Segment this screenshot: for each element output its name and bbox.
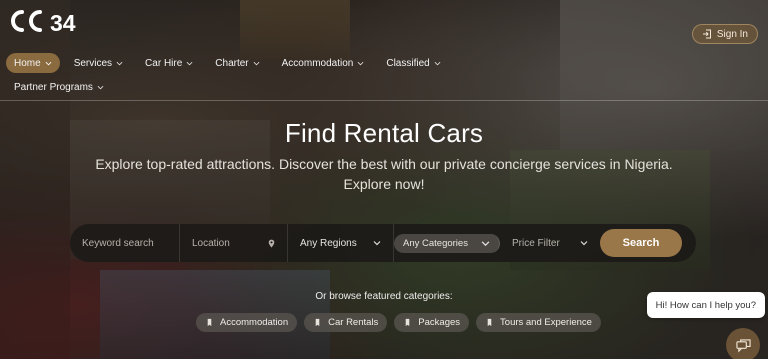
category-accommodation[interactable]: Accommodation [196,313,298,332]
location-input[interactable]: Location [180,224,288,262]
chevron-down-icon [45,61,52,65]
search-bar: Keyword search Location Any Regions Any … [70,224,696,262]
category-tours-and-experience[interactable]: Tours and Experience [476,313,601,332]
category-packages[interactable]: Packages [394,313,470,332]
regions-select[interactable]: Any Regions [288,224,394,262]
svg-text:34: 34 [50,10,76,36]
chevron-down-icon [357,61,364,65]
search-button[interactable]: Search [600,229,682,257]
chevron-down-icon [373,241,381,246]
chevron-down-icon [97,85,104,89]
category-icon [207,318,212,327]
chat-launcher-button[interactable] [726,328,760,359]
price-filter-select[interactable]: Price Filter [500,224,600,262]
main-nav: Home Services Car Hire Charter Accommoda… [6,53,466,97]
category-icon [315,318,320,327]
nav-item-services[interactable]: Services [66,53,131,73]
chevron-down-icon [253,61,260,65]
category-icon [405,318,410,327]
featured-categories: Accommodation Car Rentals Packages Tours… [196,313,601,332]
location-pin-icon [268,239,275,247]
nav-item-classified[interactable]: Classified [378,53,448,73]
nav-item-charter[interactable]: Charter [207,53,267,73]
chevron-down-icon [116,61,123,65]
chevron-down-icon [481,240,490,246]
header-divider [0,100,768,101]
category-icon [487,318,492,327]
sign-in-button[interactable]: Sign In [691,24,758,44]
nav-item-home[interactable]: Home [6,53,60,73]
chevron-down-icon [186,61,193,65]
categories-select[interactable]: Any Categories [394,233,500,253]
hero-title: Find Rental Cars [284,118,484,148]
nav-item-car-hire[interactable]: Car Hire [137,53,201,73]
nav-item-partner-programs[interactable]: Partner Programs [6,77,112,97]
chat-greeting-bubble[interactable]: Hi! How can I help you? [646,292,765,318]
keyword-search-input[interactable]: Keyword search [70,224,180,262]
hero-subtitle: Explore top-rated attractions. Discover … [95,156,673,192]
sign-in-label: Sign In [716,28,748,40]
category-car-rentals[interactable]: Car Rentals [304,313,388,332]
sign-in-icon [702,29,711,39]
chevron-down-icon [580,241,588,246]
nav-item-accommodation[interactable]: Accommodation [274,53,373,73]
site-logo[interactable]: 34 [6,6,88,36]
chevron-down-icon [434,61,441,65]
chat-icon [735,338,751,352]
